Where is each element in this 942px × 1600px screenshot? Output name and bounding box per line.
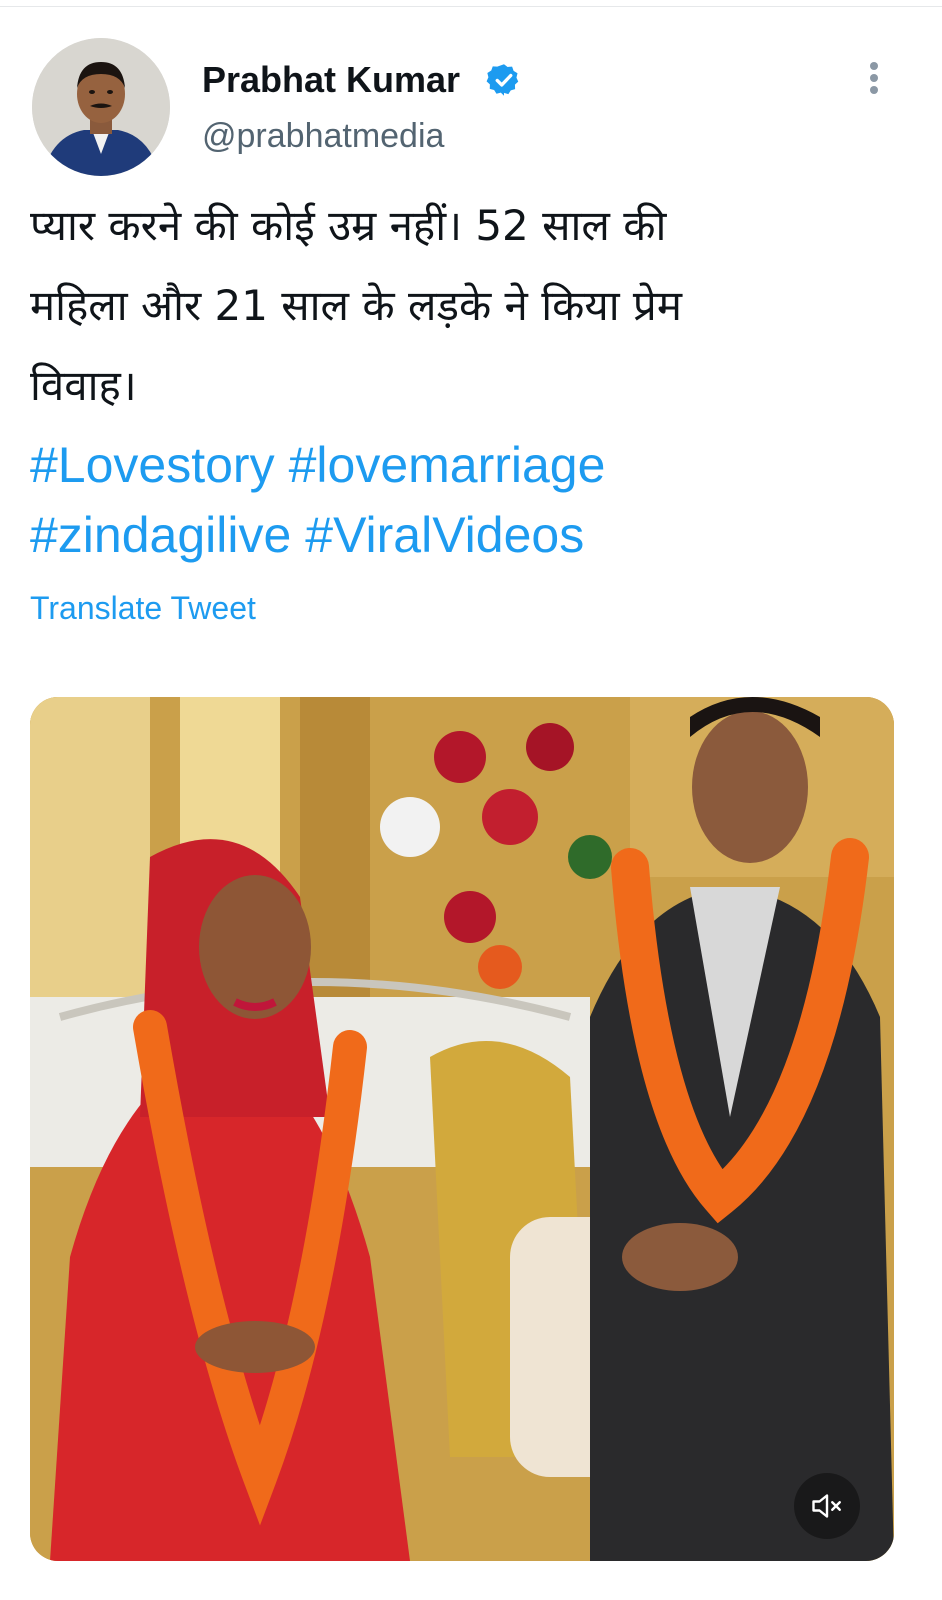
more-dot-icon xyxy=(870,86,878,94)
top-divider xyxy=(0,6,942,7)
mute-toggle-button[interactable] xyxy=(794,1473,860,1539)
video-thumbnail-icon xyxy=(30,697,894,1561)
author-handle[interactable]: @prabhatmedia xyxy=(202,114,444,158)
translate-tweet-link[interactable]: Translate Tweet xyxy=(30,588,256,628)
author-avatar[interactable] xyxy=(32,38,170,176)
more-options-button[interactable] xyxy=(860,58,888,98)
profile-photo-icon xyxy=(32,38,170,176)
hashtag-viralvideos[interactable]: #ViralVideos xyxy=(305,507,584,563)
hashtag-zindagilive[interactable]: #zindagilive xyxy=(30,507,291,563)
speaker-muted-icon xyxy=(812,1494,841,1518)
more-dot-icon xyxy=(870,74,878,82)
hashtag-lovestory[interactable]: #Lovestory xyxy=(30,437,275,493)
tweet-text-line: विवाह। xyxy=(30,361,137,410)
hashtags: #Lovestory #lovemarriage #zindagilive #Vir… xyxy=(30,430,890,570)
tweet-text-line: महिला और 21 साल के लड़के ने किया प्रेम xyxy=(30,281,682,330)
more-dot-icon xyxy=(870,62,878,70)
author-display-name[interactable]: Prabhat Kumar xyxy=(202,58,460,102)
tweet-video[interactable] xyxy=(30,697,894,1561)
tweet-text-line: प्यार करने की कोई उम्र नहीं। 52 साल की xyxy=(30,201,667,250)
tweet-text: प्यार करने की कोई उम्र नहीं। 52 साल की म… xyxy=(30,186,890,426)
hashtag-lovemarriage[interactable]: #lovemarriage xyxy=(289,437,606,493)
verified-badge-icon xyxy=(486,64,519,96)
